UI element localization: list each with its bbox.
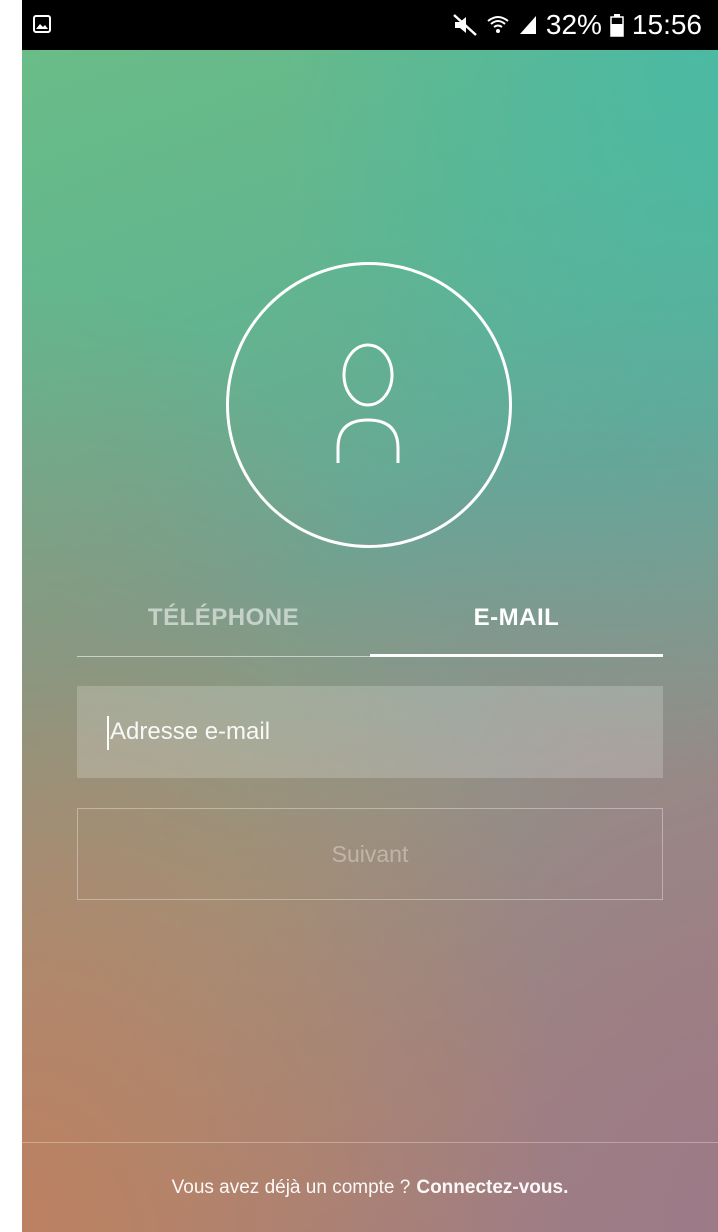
battery-percentage: 32% <box>545 9 602 40</box>
signup-screen: 32% 15:56 TÉLÉPHONE E-MAIL Adresse e-mai… <box>22 0 718 1232</box>
status-icons: 32% 15:56 <box>452 0 702 50</box>
clock: 15:56 <box>631 9 702 40</box>
login-prompt: Vous avez déjà un compte ? <box>171 1176 411 1198</box>
email-placeholder: Adresse e-mail <box>110 718 271 745</box>
tab-underline-inactive <box>77 656 370 657</box>
tab-phone[interactable]: TÉLÉPHONE <box>77 580 370 656</box>
contact-method-tabs: TÉLÉPHONE E-MAIL <box>77 580 663 658</box>
image-notification-icon <box>32 14 52 34</box>
status-bar: 32% 15:56 <box>22 0 718 50</box>
wifi-icon <box>486 13 510 37</box>
battery-icon <box>610 13 624 37</box>
mute-icon <box>452 13 478 37</box>
next-button[interactable]: Suivant <box>77 808 663 900</box>
user-profile-icon <box>336 343 400 463</box>
signal-icon <box>518 14 538 36</box>
email-field[interactable]: Adresse e-mail <box>77 686 663 778</box>
text-cursor <box>107 716 109 750</box>
footer: Vous avez déjà un compte ? Connectez-vou… <box>22 1143 718 1232</box>
login-link[interactable]: Connectez-vous. <box>416 1177 568 1199</box>
tab-email[interactable]: E-MAIL <box>370 580 663 656</box>
tab-underline-active <box>370 654 663 657</box>
